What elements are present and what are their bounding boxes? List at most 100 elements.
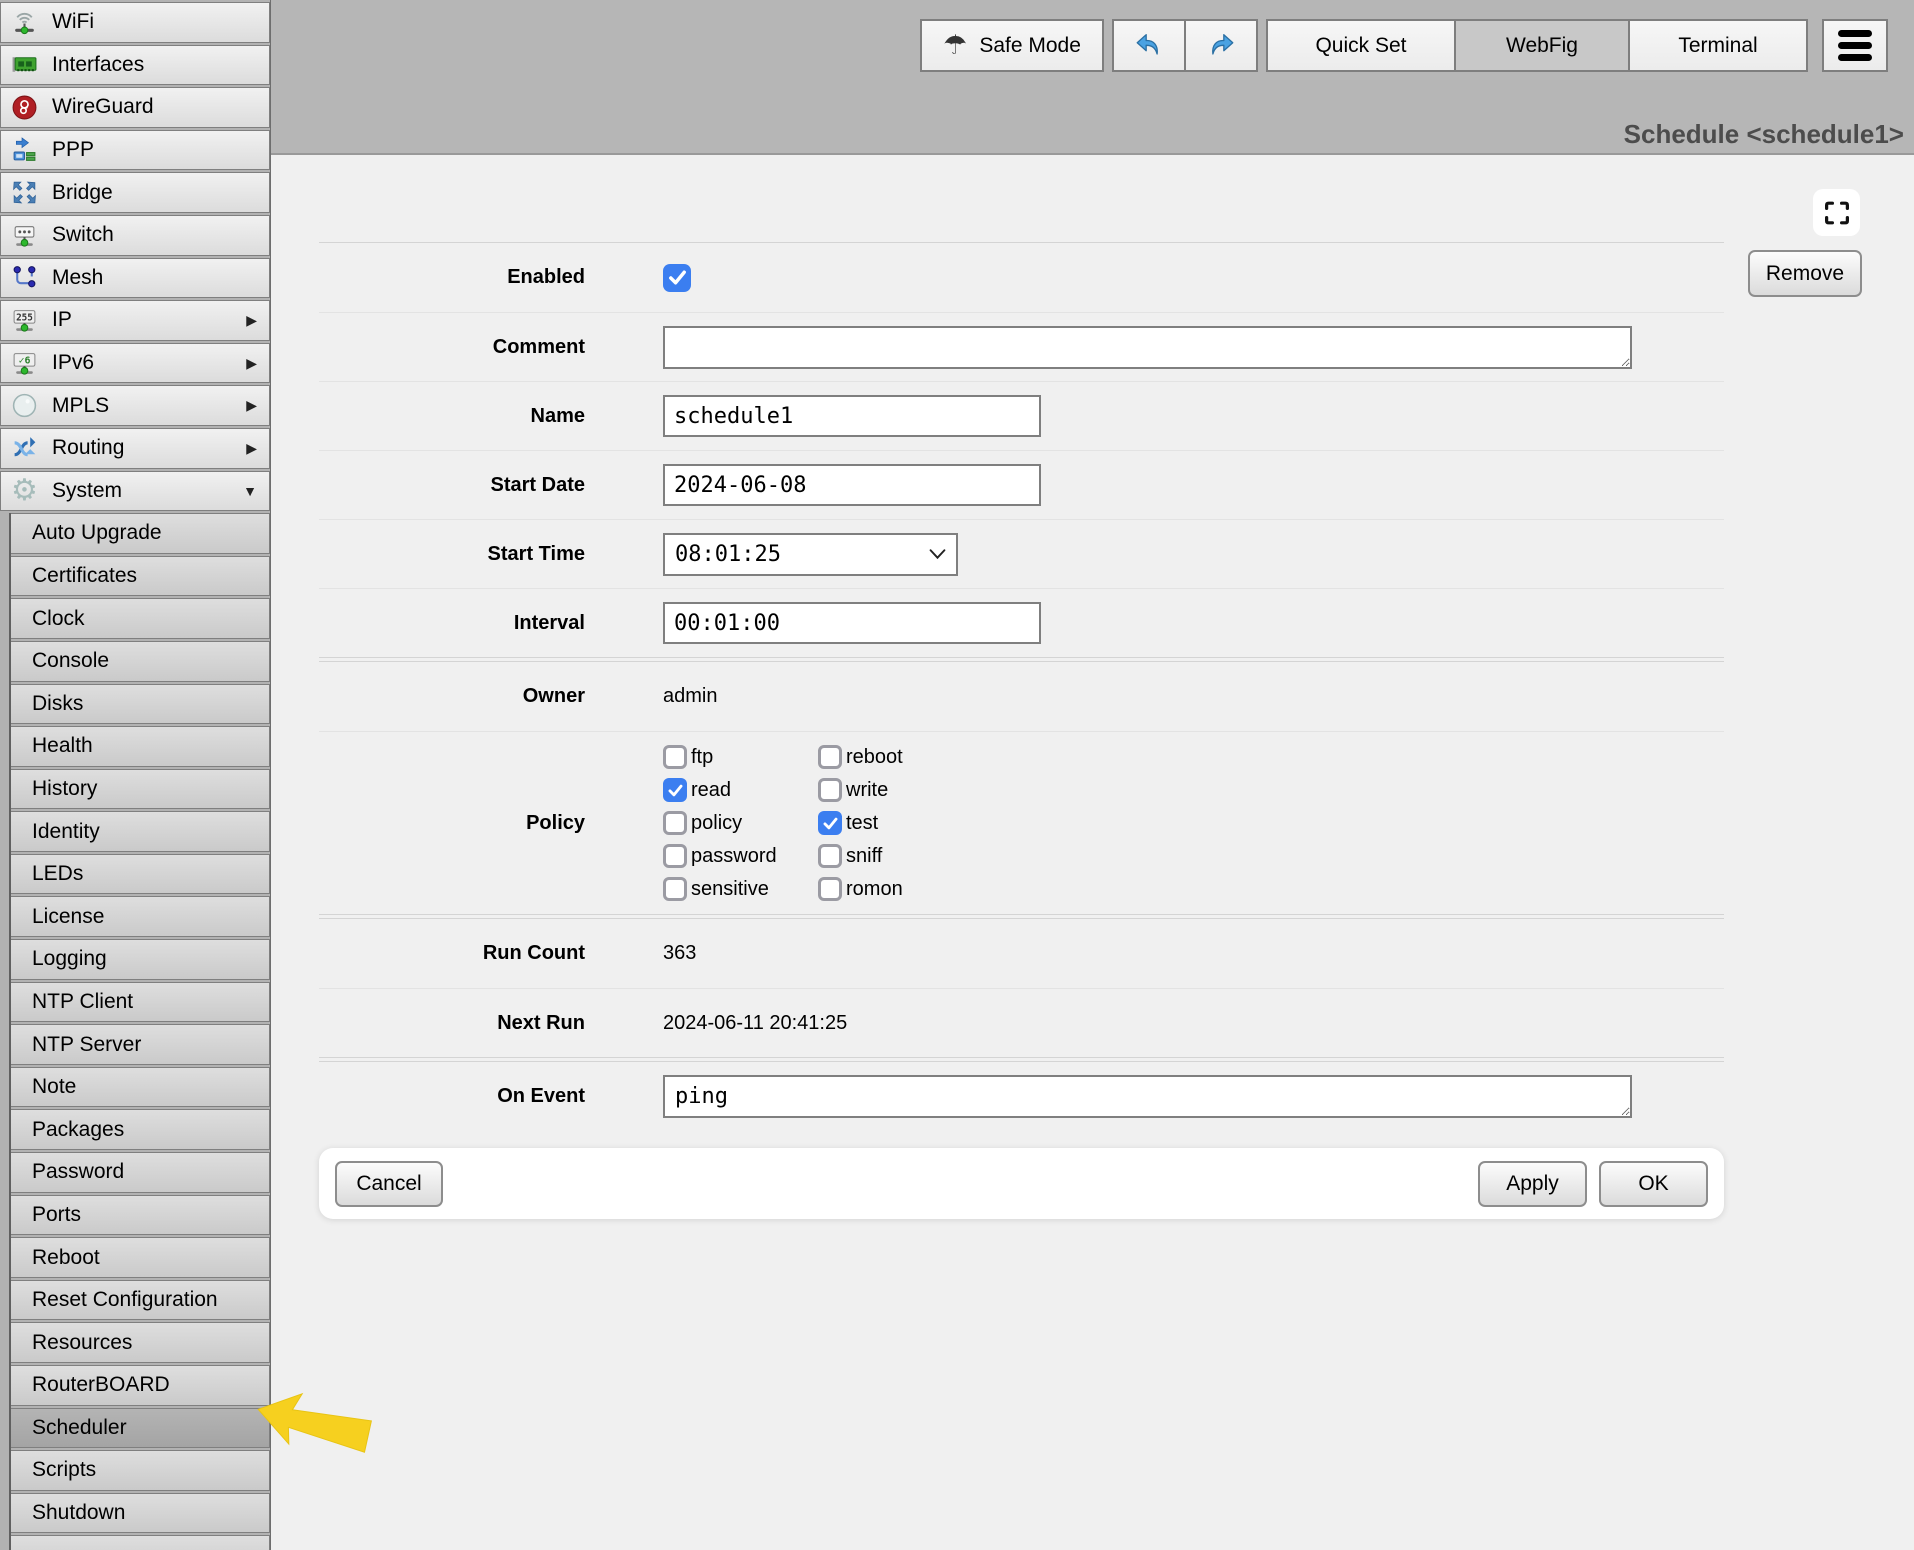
policy-item-romon[interactable]: romon (818, 877, 998, 901)
sidebar-item-label: Reset Configuration (32, 1288, 218, 1312)
policy-item-read[interactable]: read (663, 778, 818, 802)
sidebar-item-routing[interactable]: Routing▶ (0, 428, 270, 469)
sidebar-item-scheduler[interactable]: Scheduler (11, 1408, 270, 1449)
policy-item-test[interactable]: test (818, 811, 998, 835)
interval-label: Interval (319, 612, 585, 635)
policy-item-password[interactable]: password (663, 844, 818, 868)
policy-item-sniff[interactable]: sniff (818, 844, 998, 868)
sidebar-item-label: Ports (32, 1203, 81, 1227)
sidebar-item-label: Switch (52, 223, 114, 247)
sidebar-item-label: RouterBOARD (32, 1373, 170, 1397)
form-group-stats: Run Count 363 Next Run 2024-06-11 20:41:… (319, 918, 1724, 1058)
sidebar-item-reboot[interactable]: Reboot (11, 1237, 270, 1278)
policy-checkbox-ftp[interactable] (663, 745, 687, 769)
svg-text:255: 255 (16, 312, 33, 323)
sidebar-item-ports[interactable]: Ports (11, 1195, 270, 1236)
policy-checkbox-sensitive[interactable] (663, 877, 687, 901)
start-time-select[interactable]: 08:01:25 (663, 533, 958, 576)
enabled-checkbox[interactable] (663, 264, 691, 292)
sidebar-item-label: LEDs (32, 862, 83, 886)
sidebar-item-note[interactable]: Note (11, 1067, 270, 1108)
policy-checkbox-test[interactable] (818, 811, 842, 835)
policy-item-sensitive[interactable]: sensitive (663, 877, 818, 901)
tab-quick-set[interactable]: Quick Set (1266, 19, 1456, 72)
policy-checkbox-romon[interactable] (818, 877, 842, 901)
sidebar-item-routerboard[interactable]: RouterBOARD (11, 1365, 270, 1406)
sidebar-item-ip[interactable]: 255IP▶ (0, 300, 270, 341)
sidebar-item-label: Logging (32, 947, 107, 971)
sidebar-item-leds[interactable]: LEDs (11, 854, 270, 895)
sidebar-item-packages[interactable]: Packages (11, 1109, 270, 1150)
chevron-right-icon: ▶ (246, 440, 257, 457)
sidebar-item-interfaces[interactable]: Interfaces (0, 45, 270, 86)
tab-terminal[interactable]: Terminal (1628, 19, 1808, 72)
sidebar-item-clock[interactable]: Clock (11, 598, 270, 639)
sidebar-item-license[interactable]: License (11, 896, 270, 937)
toolbar: ☂ Safe Mode Quick Set WebFig Terminal (920, 19, 1888, 72)
sidebar-item-disks[interactable]: Disks (11, 684, 270, 725)
policy-checkbox-policy[interactable] (663, 811, 687, 835)
ok-button[interactable]: OK (1599, 1161, 1708, 1207)
action-bar: Cancel Apply OK (319, 1148, 1724, 1219)
on-event-row: On Event ping (319, 1062, 1724, 1131)
sidebar-item-history[interactable]: History (11, 769, 270, 810)
policy-item-reboot[interactable]: reboot (818, 745, 998, 769)
sidebar-item-console[interactable]: Console (11, 641, 270, 682)
sidebar-item-health[interactable]: Health (11, 726, 270, 767)
policy-checkbox-password[interactable] (663, 844, 687, 868)
sidebar-item-label: Clock (32, 607, 85, 631)
tab-webfig[interactable]: WebFig (1454, 19, 1630, 72)
policy-checkbox-read[interactable] (663, 778, 687, 802)
fullscreen-button[interactable] (1813, 189, 1860, 236)
safe-mode-button[interactable]: ☂ Safe Mode (920, 19, 1104, 72)
sidebar-item-wireguard[interactable]: WireGuard (0, 87, 270, 128)
policy-checkbox-sniff[interactable] (818, 844, 842, 868)
remove-button[interactable]: Remove (1748, 250, 1862, 297)
sidebar-item-system[interactable]: ⚙System▼ (0, 471, 270, 512)
sidebar-item-scripts[interactable]: Scripts (11, 1450, 270, 1491)
fullscreen-icon (1822, 198, 1852, 228)
redo-icon (1205, 30, 1237, 62)
sidebar-item-resources[interactable]: Resources (11, 1322, 270, 1363)
policy-checkbox-write[interactable] (818, 778, 842, 802)
sidebar-item-password[interactable]: Password (11, 1152, 270, 1193)
interval-input[interactable] (663, 602, 1041, 644)
sidebar-item-mpls[interactable]: MPLS▶ (0, 385, 270, 426)
name-input[interactable] (663, 395, 1041, 437)
sidebar-item-mesh[interactable]: Mesh (0, 258, 270, 299)
policy-item-policy[interactable]: policy (663, 811, 818, 835)
apply-button[interactable]: Apply (1478, 1161, 1587, 1207)
comment-label: Comment (319, 336, 585, 359)
undo-button[interactable] (1112, 19, 1186, 72)
menu-button[interactable] (1822, 19, 1888, 72)
sidebar-item-reset-configuration[interactable]: Reset Configuration (11, 1280, 270, 1321)
comment-input[interactable] (663, 326, 1632, 369)
policy-item-ftp[interactable]: ftp (663, 745, 818, 769)
cancel-button[interactable]: Cancel (335, 1161, 443, 1207)
sidebar-item-ppp[interactable]: PPP (0, 130, 270, 171)
sidebar-item-ntp-server[interactable]: NTP Server (11, 1024, 270, 1065)
sidebar-item-label: MPLS (52, 394, 109, 418)
sidebar-item-partial[interactable] (11, 1535, 270, 1550)
sidebar-item-shutdown[interactable]: Shutdown (11, 1493, 270, 1534)
sidebar-item-wifi[interactable]: WiFi (0, 2, 270, 43)
policy-item-write[interactable]: write (818, 778, 998, 802)
sidebar-item-auto-upgrade[interactable]: Auto Upgrade (11, 513, 270, 554)
start-date-input[interactable] (663, 464, 1041, 506)
sidebar-item-bridge[interactable]: Bridge (0, 172, 270, 213)
wireguard-icon (10, 93, 39, 122)
sidebar-item-switch[interactable]: Switch (0, 215, 270, 256)
header-bar: ☂ Safe Mode Quick Set WebFig Terminal (271, 0, 1914, 155)
sidebar-item-label: Resources (32, 1331, 132, 1355)
redo-button[interactable] (1184, 19, 1258, 72)
on-event-input[interactable]: ping (663, 1075, 1632, 1118)
sidebar-item-ntp-client[interactable]: NTP Client (11, 982, 270, 1023)
interfaces-icon (10, 50, 39, 79)
sidebar-item-logging[interactable]: Logging (11, 939, 270, 980)
start-date-label: Start Date (319, 474, 585, 497)
policy-checkbox-reboot[interactable] (818, 745, 842, 769)
policy-label: romon (846, 878, 903, 901)
sidebar-item-identity[interactable]: Identity (11, 811, 270, 852)
sidebar-item-ipv6[interactable]: ✓6IPv6▶ (0, 343, 270, 384)
sidebar-item-certificates[interactable]: Certificates (11, 556, 270, 597)
